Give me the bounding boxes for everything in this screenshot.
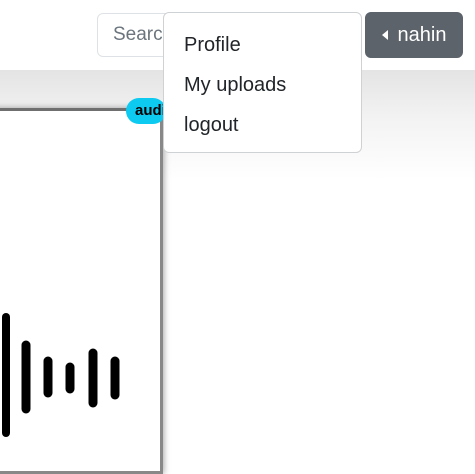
user-dropdown-menu: Profile My uploads logout [163,12,362,153]
menu-item-logout[interactable]: logout [164,105,361,145]
caret-left-icon [381,30,388,40]
media-card[interactable] [0,108,163,474]
menu-item-my-uploads[interactable]: My uploads [164,65,361,105]
user-name-label: nahin [397,23,447,46]
media-type-badge: audio [126,98,166,124]
audio-waveform-icon [2,313,120,437]
user-dropdown-button[interactable]: nahin [365,12,463,58]
menu-item-profile[interactable]: Profile [164,25,361,65]
